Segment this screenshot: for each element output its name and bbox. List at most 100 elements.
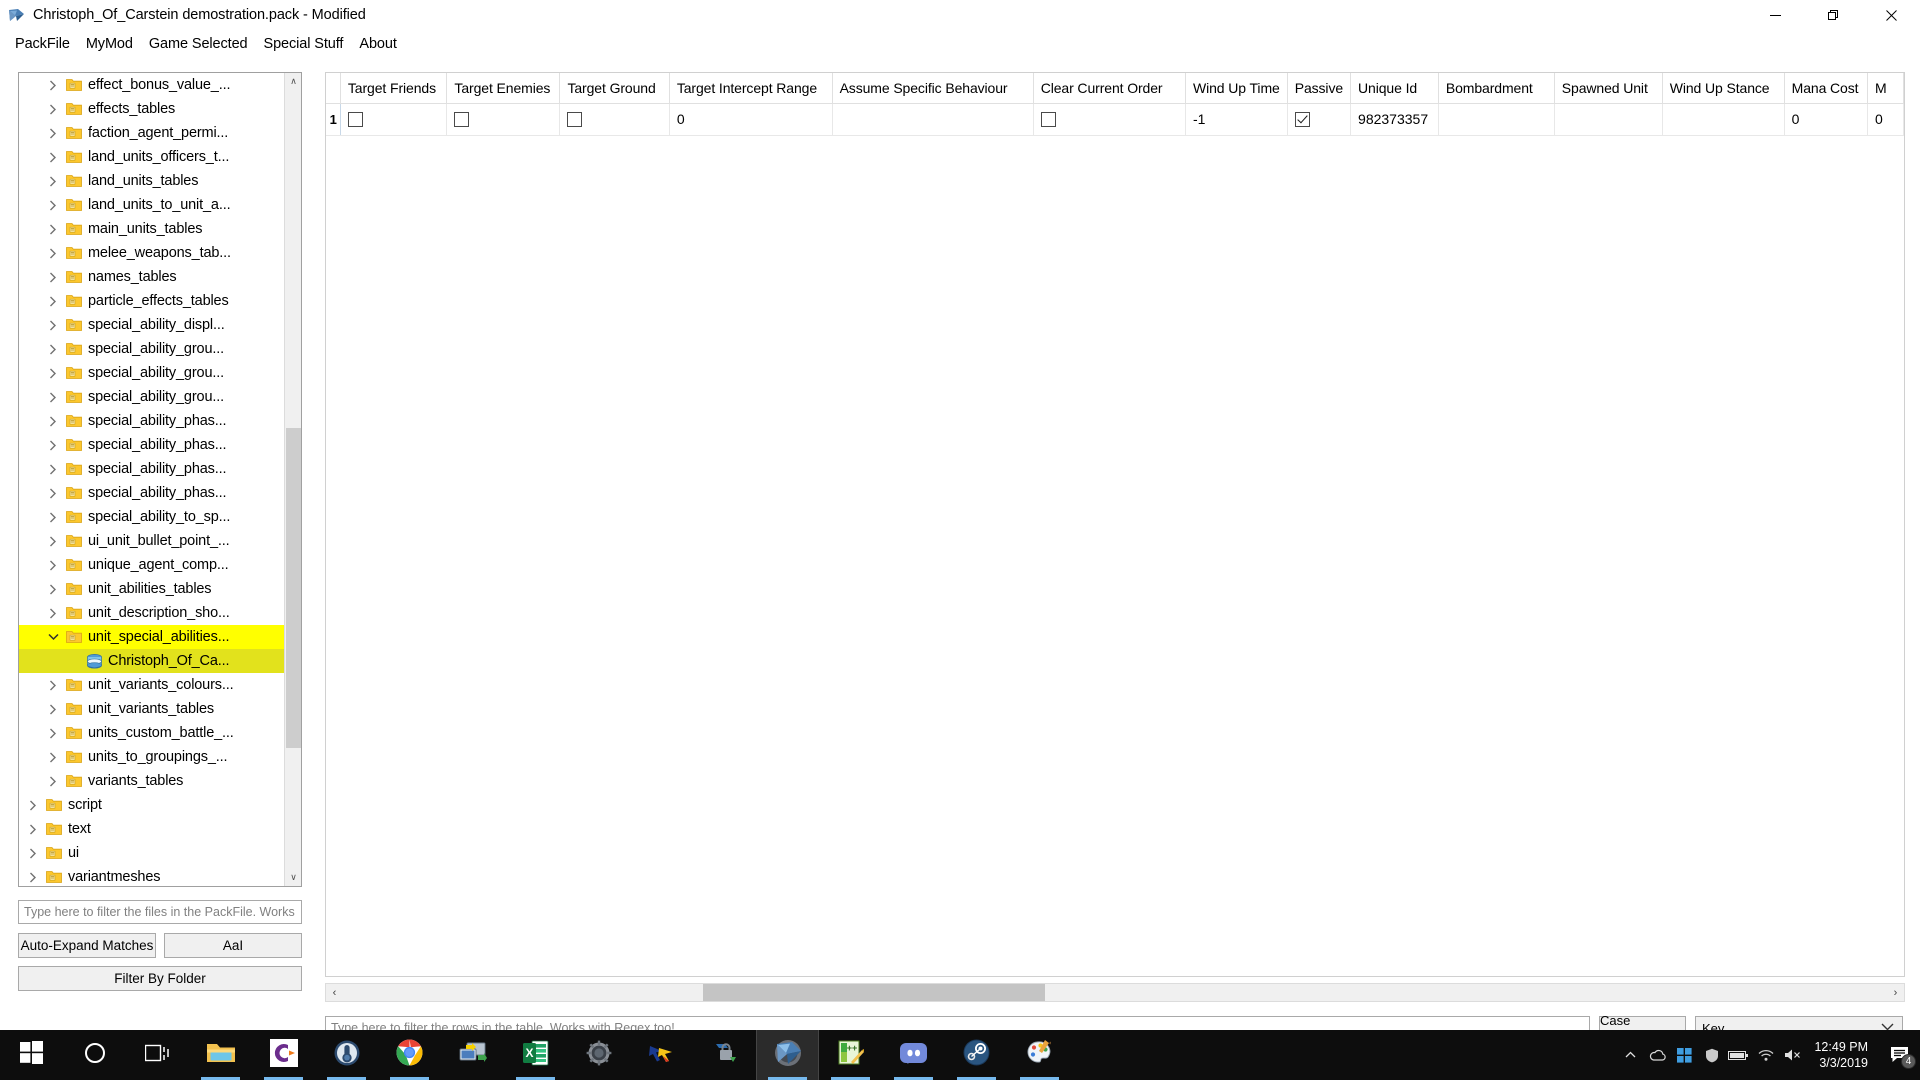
tree-scrollbar-thumb[interactable] — [286, 428, 301, 748]
table-cell[interactable] — [1554, 103, 1663, 136]
column-header[interactable]: Spawned Unit — [1554, 73, 1663, 104]
taskbar-steam[interactable] — [945, 1030, 1008, 1080]
column-header[interactable]: Unique Id — [1350, 73, 1439, 104]
chevron-right-icon[interactable] — [43, 128, 63, 139]
tree-item-folder[interactable]: melee_weapons_tab... — [19, 241, 285, 265]
scroll-down-button[interactable]: ∨ — [285, 869, 301, 886]
tree-item-folder[interactable]: special_ability_grou... — [19, 361, 285, 385]
checkbox-unchecked[interactable] — [454, 112, 470, 128]
tree-item-folder[interactable]: unit_special_abilities... — [19, 625, 285, 649]
chevron-right-icon[interactable] — [43, 584, 63, 595]
scroll-left-button[interactable]: ‹ — [326, 984, 343, 1001]
chevron-right-icon[interactable] — [43, 464, 63, 475]
table-cell[interactable] — [1662, 103, 1785, 136]
chevron-right-icon[interactable] — [43, 200, 63, 211]
taskbar-file-explorer[interactable] — [189, 1030, 252, 1080]
chevron-right-icon[interactable] — [43, 152, 63, 163]
taskbar-cortana-search[interactable] — [63, 1030, 126, 1080]
checkbox-unchecked[interactable] — [1040, 112, 1056, 128]
checkbox-checked[interactable] — [1294, 112, 1310, 128]
chevron-right-icon[interactable] — [43, 320, 63, 331]
restore-icon[interactable] — [1804, 0, 1862, 30]
scroll-right-button[interactable]: › — [1887, 984, 1904, 1001]
column-header[interactable]: Assume Specific Behaviour — [832, 73, 1034, 104]
column-header[interactable]: Clear Current Order — [1033, 73, 1186, 104]
table-cell[interactable] — [832, 103, 1034, 136]
column-header[interactable]: Passive — [1287, 73, 1352, 104]
tree-item-folder[interactable]: ui_unit_bullet_point_... — [19, 529, 285, 553]
chevron-right-icon[interactable] — [43, 512, 63, 523]
taskbar-paint[interactable] — [1008, 1030, 1071, 1080]
chevron-right-icon[interactable] — [43, 536, 63, 547]
auto-expand-matches-button[interactable]: Auto-Expand Matches — [18, 933, 156, 958]
column-header[interactable]: Wind Up Time — [1185, 73, 1288, 104]
table-row[interactable]: 1 0 -1 982373357 0 0 — [326, 103, 1904, 136]
tree-item-folder[interactable]: unit_variants_colours... — [19, 673, 285, 697]
tree-item-folder[interactable]: faction_agent_permi... — [19, 121, 285, 145]
taskbar-app-lock[interactable] — [693, 1030, 756, 1080]
tree-item-folder[interactable]: units_to_groupings_... — [19, 745, 285, 769]
tree-item-file[interactable]: Christoph_Of_Ca... — [19, 649, 285, 673]
taskbar-app-cmanager[interactable] — [252, 1030, 315, 1080]
chevron-right-icon[interactable] — [43, 608, 63, 619]
chevron-right-icon[interactable] — [43, 272, 63, 283]
taskbar-task-view[interactable] — [126, 1030, 189, 1080]
tree-item-folder[interactable]: special_ability_phas... — [19, 433, 285, 457]
tree-item-folder[interactable]: ui — [19, 841, 285, 865]
packfile-filter-input[interactable] — [18, 900, 302, 924]
checkbox-unchecked[interactable] — [347, 112, 363, 128]
chevron-right-icon[interactable] — [23, 824, 43, 835]
filter-by-folder-button[interactable]: Filter By Folder — [18, 966, 302, 991]
column-header[interactable]: Mana Cost — [1784, 73, 1868, 104]
chevron-right-icon[interactable] — [43, 80, 63, 91]
chevron-right-icon[interactable] — [43, 344, 63, 355]
tree-item-folder[interactable]: land_units_tables — [19, 169, 285, 193]
data-table-container[interactable]: Target Friends Target Enemies Target Groun… — [325, 72, 1905, 977]
tree-item-folder[interactable]: special_ability_to_sp... — [19, 505, 285, 529]
wifi-icon[interactable] — [1752, 1030, 1779, 1080]
taskbar-clock[interactable]: 12:49 PM 3/3/2019 — [1806, 1039, 1880, 1071]
checkbox-unchecked[interactable] — [567, 112, 583, 128]
column-header[interactable]: Target Intercept Range — [669, 73, 833, 104]
tree-item-folder[interactable]: variantmeshes — [19, 865, 285, 886]
column-header[interactable]: M — [1867, 73, 1904, 104]
packfile-tree[interactable]: effect_bonus_value_... effects_tables fact… — [18, 72, 302, 887]
chevron-right-icon[interactable] — [43, 776, 63, 787]
table-cell-checkbox[interactable] — [1287, 103, 1352, 136]
menu-item-mymod[interactable]: MyMod — [78, 33, 141, 55]
tree-item-folder[interactable]: unique_agent_comp... — [19, 553, 285, 577]
tree-item-folder[interactable]: script — [19, 793, 285, 817]
tree-item-folder[interactable]: effect_bonus_value_... — [19, 73, 285, 97]
table-cell[interactable]: 0 — [1784, 103, 1868, 136]
tree-item-folder[interactable]: particle_effects_tables — [19, 289, 285, 313]
taskbar-google-chrome[interactable] — [378, 1030, 441, 1080]
chevron-right-icon[interactable] — [43, 392, 63, 403]
table-cell-checkbox[interactable] — [1033, 103, 1186, 136]
chevron-right-icon[interactable] — [43, 440, 63, 451]
menu-item-game-selected[interactable]: Game Selected — [141, 33, 256, 55]
taskbar-remote-desktop[interactable] — [441, 1030, 504, 1080]
column-header[interactable]: Target Enemies — [446, 73, 561, 104]
tree-item-folder[interactable]: unit_variants_tables — [19, 697, 285, 721]
chevron-right-icon[interactable] — [43, 176, 63, 187]
column-header[interactable]: Bombardment — [1438, 73, 1555, 104]
chevron-right-icon[interactable] — [43, 704, 63, 715]
menu-item-special-stuff[interactable]: Special Stuff — [256, 33, 352, 55]
table-horizontal-scrollbar[interactable]: ‹ › — [325, 983, 1905, 1002]
chevron-up-icon[interactable] — [1617, 1030, 1644, 1080]
tree-item-folder[interactable]: units_custom_battle_... — [19, 721, 285, 745]
tree-item-folder[interactable]: special_ability_phas... — [19, 457, 285, 481]
onedrive-icon[interactable] — [1644, 1030, 1671, 1080]
chevron-right-icon[interactable] — [23, 872, 43, 883]
taskbar-start-button[interactable] — [0, 1030, 63, 1080]
tree-item-folder[interactable]: special_ability_phas... — [19, 481, 285, 505]
tree-item-folder[interactable]: unit_description_sho... — [19, 601, 285, 625]
table-cell-checkbox[interactable] — [446, 103, 561, 136]
tree-item-folder[interactable]: special_ability_grou... — [19, 385, 285, 409]
table-cell-checkbox[interactable] — [559, 103, 670, 136]
taskbar-app-cursor[interactable] — [630, 1030, 693, 1080]
tree-item-folder[interactable]: land_units_to_unit_a... — [19, 193, 285, 217]
minimize-button[interactable] — [1746, 0, 1804, 30]
tree-item-folder[interactable]: variants_tables — [19, 769, 285, 793]
chevron-right-icon[interactable] — [43, 680, 63, 691]
